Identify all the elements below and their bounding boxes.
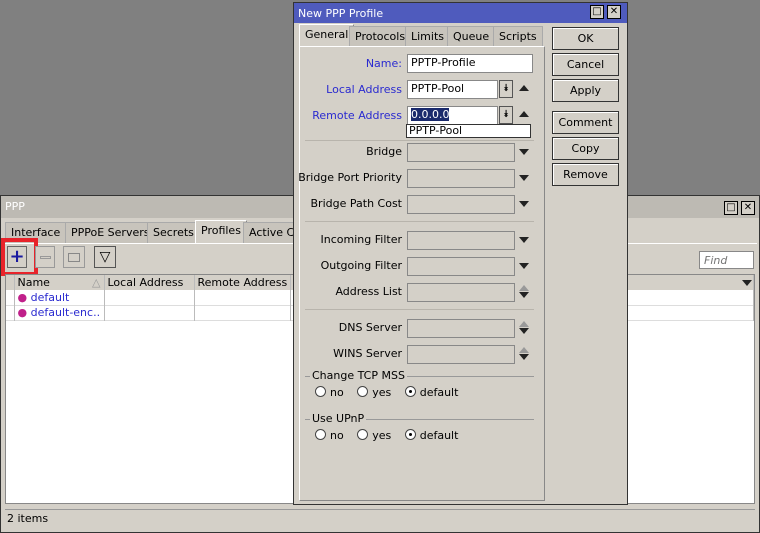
ppp-tabs: Interface PPPoE Servers Secrets Profiles… [5, 220, 305, 243]
bridge-port-priority-label: Bridge Port Priority [298, 171, 402, 184]
filter-button[interactable]: ▽ [94, 246, 116, 268]
name-input[interactable]: PPTP-Profile [407, 54, 533, 73]
labels: Name: Local Address Remote Address Bridg… [298, 0, 402, 500]
chevron-down-icon[interactable] [519, 237, 529, 243]
address-list-label: Address List [335, 285, 402, 298]
chevron-down-icon[interactable] [519, 201, 529, 207]
bridge-select[interactable] [407, 143, 515, 162]
bridge-path-cost-label: Bridge Path Cost [310, 197, 402, 210]
local-address-label: Local Address [326, 83, 402, 96]
comment-button[interactable]: Comment [552, 111, 619, 134]
tab-queue[interactable]: Queue [447, 26, 496, 47]
bridge-port-priority-select[interactable] [407, 169, 515, 188]
copy-button[interactable]: Copy [552, 137, 619, 160]
status-text: 2 items [7, 512, 49, 525]
tab-pppoe-servers[interactable]: PPPoE Servers [65, 222, 156, 243]
dialog-close-icon[interactable]: ✕ [607, 5, 621, 19]
incoming-filter-select[interactable] [407, 231, 515, 250]
address-list-input[interactable] [407, 283, 515, 302]
chevron-down-icon[interactable] [519, 328, 529, 334]
comment-button[interactable] [63, 246, 85, 268]
dns-server-input[interactable] [407, 319, 515, 338]
close-icon[interactable]: ✕ [741, 201, 755, 215]
tcp-mss-radio-group: no yes default [315, 386, 468, 399]
tab-limits[interactable]: Limits [405, 26, 450, 47]
tcp-mss-label: Change TCP MSS [310, 369, 407, 382]
local-address-remove-icon[interactable] [519, 85, 529, 91]
tab-scripts[interactable]: Scripts [493, 26, 543, 47]
local-address-input[interactable]: PPTP-Pool [407, 80, 498, 99]
upnp-default[interactable]: default [404, 429, 458, 442]
bridge-label: Bridge [366, 145, 402, 158]
tcp-mss-no[interactable]: no [315, 386, 344, 399]
note-icon [68, 253, 80, 262]
remote-address-dropdown-option[interactable]: PPTP-Pool [406, 124, 531, 138]
filter-icon: ▽ [99, 249, 111, 265]
column-name[interactable]: Name △ [14, 275, 105, 290]
plus-icon: + [9, 246, 25, 267]
status-bar: 2 items [5, 509, 755, 527]
chevron-down-icon[interactable] [519, 292, 529, 298]
remote-address-label: Remote Address [312, 109, 402, 122]
remote-address-remove-icon[interactable] [519, 111, 529, 117]
chevron-down-icon[interactable] [519, 354, 529, 360]
remove-button[interactable]: Remove [552, 163, 619, 186]
dns-server-label: DNS Server [338, 321, 402, 334]
incoming-filter-label: Incoming Filter [320, 233, 402, 246]
upnp-yes[interactable]: yes [357, 429, 391, 442]
name-label: Name: [365, 57, 402, 70]
wins-server-input[interactable] [407, 345, 515, 364]
remove-button[interactable] [35, 246, 55, 268]
remote-address-dropdown-icon[interactable]: ⯯ [499, 106, 513, 124]
tab-secrets[interactable]: Secrets [147, 222, 200, 243]
chevron-down-icon[interactable] [519, 175, 529, 181]
add-field-icon[interactable] [519, 321, 529, 327]
chevron-down-icon[interactable] [519, 149, 529, 155]
upnp-no[interactable]: no [315, 429, 344, 442]
profile-icon: ● [17, 306, 28, 319]
add-field-icon[interactable] [519, 347, 529, 353]
column-chooser-icon[interactable] [742, 280, 752, 286]
cancel-button[interactable]: Cancel [552, 53, 619, 76]
tcp-mss-default[interactable]: default [404, 386, 458, 399]
outgoing-filter-select[interactable] [407, 257, 515, 276]
column-local-address[interactable]: Local Address [104, 275, 195, 290]
ppp-title: PPP [5, 200, 25, 213]
profile-icon: ● [17, 290, 28, 304]
add-button[interactable]: + [7, 246, 27, 268]
tcp-mss-yes[interactable]: yes [357, 386, 391, 399]
column-remote-address[interactable]: Remote Address [194, 275, 292, 290]
wins-server-label: WINS Server [333, 347, 402, 360]
remote-address-input[interactable]: 0.0.0.0 [407, 106, 498, 125]
maximize-icon[interactable]: □ [724, 201, 738, 215]
upnp-radio-group: no yes default [315, 429, 468, 442]
bridge-path-cost-select[interactable] [407, 195, 515, 214]
ok-button[interactable]: OK [552, 27, 619, 50]
upnp-label: Use UPnP [310, 412, 367, 425]
outgoing-filter-label: Outgoing Filter [320, 259, 402, 272]
add-field-icon[interactable] [519, 285, 529, 291]
local-address-dropdown-icon[interactable]: ⯯ [499, 80, 513, 98]
tab-profiles[interactable]: Profiles [195, 220, 247, 243]
apply-button[interactable]: Apply [552, 79, 619, 102]
dialog-maximize-icon[interactable]: □ [590, 5, 604, 19]
chevron-down-icon[interactable] [519, 263, 529, 269]
find-input[interactable] [699, 251, 754, 269]
minus-icon [40, 256, 51, 259]
